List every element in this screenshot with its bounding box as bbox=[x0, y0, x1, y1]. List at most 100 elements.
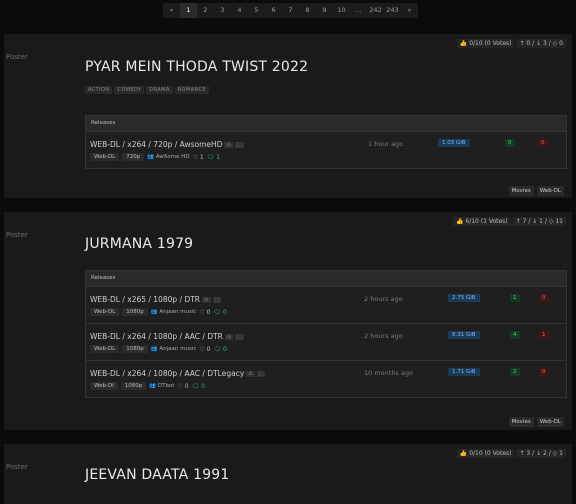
rating-badge: 👍 0/10 (0 Votes) bbox=[456, 39, 515, 48]
poster-placeholder: Poster bbox=[6, 231, 28, 239]
warning-icon[interactable]: ⚠ bbox=[224, 334, 234, 340]
page-link[interactable]: 10 bbox=[333, 3, 350, 18]
movie-card: Poster 👍 6/10 (1 Votes) ↑ 7 / ↓ 1 / ◇ 11 JU… bbox=[4, 212, 572, 430]
pagination: «1 2 3 4 5 6 7 8 9 10... 242 243» bbox=[163, 3, 418, 18]
uploader-name[interactable]: 👥 DTbot bbox=[149, 383, 174, 389]
poster-placeholder: Poster bbox=[6, 463, 28, 471]
seeders-count: 2 bbox=[510, 368, 520, 376]
movies-button[interactable]: Movies bbox=[508, 417, 534, 427]
release-meta: Web-Dl 1080p 👥 DTbot ♡ 0 🗨 0 bbox=[90, 382, 205, 390]
page-link[interactable]: 8 bbox=[299, 3, 316, 18]
release-age: 1 hour ago bbox=[368, 140, 404, 148]
page-prev[interactable]: « bbox=[163, 3, 180, 18]
uploader-name[interactable]: 👥 Anjaan music bbox=[151, 309, 197, 315]
resolution-badge: 720p bbox=[122, 153, 145, 161]
release-row[interactable]: WEB-DL / x265 / 1080p / DTR ⚠ ⬚ Web-DL 1080p… bbox=[86, 287, 566, 324]
thanks-count[interactable]: ♡ 0 bbox=[199, 309, 210, 316]
source-badge: Web-DL bbox=[90, 345, 120, 353]
info-icon[interactable]: ⬚ bbox=[256, 371, 266, 377]
seeders-count: 1 bbox=[510, 294, 520, 302]
page-link[interactable]: 6 bbox=[265, 3, 282, 18]
vote-summary: 👍 0/10 (0 Votes) ↑ 3 / ↓ 2 / ◇ 1 bbox=[456, 449, 566, 458]
info-icon[interactable]: ⬚ bbox=[235, 334, 245, 340]
poster-placeholder: Poster bbox=[6, 53, 28, 61]
comments-count[interactable]: 🗨 1 bbox=[207, 154, 220, 161]
page-next[interactable]: » bbox=[401, 3, 418, 18]
movie-card: Poster 👍 0/10 (0 Votes) ↑ 0 / ↓ 3 / ◇ 0 PYA… bbox=[4, 34, 572, 198]
release-row[interactable]: WEB-DL / x264 / 1080p / AAC / DTLegacy ⚠ ⬚… bbox=[86, 361, 566, 397]
comments-count[interactable]: 🗨 0 bbox=[192, 383, 205, 390]
vote-summary: 👍 6/10 (1 Votes) ↑ 7 / ↓ 1 / ◇ 11 bbox=[453, 217, 566, 226]
source-badge: Web-Dl bbox=[90, 382, 118, 390]
release-size: 1.03 GiB bbox=[438, 139, 470, 147]
movie-title[interactable]: JURMANA 1979 bbox=[85, 236, 193, 252]
info-icon[interactable]: ⬚ bbox=[212, 297, 222, 303]
warning-icon[interactable]: ⚠ bbox=[202, 297, 211, 303]
page-link[interactable]: 2 bbox=[197, 3, 214, 18]
page-link[interactable]: 3 bbox=[214, 3, 231, 18]
movies-button[interactable]: Movies bbox=[508, 186, 534, 196]
thanks-count[interactable]: ♡ 0 bbox=[199, 346, 210, 353]
genre-tag[interactable]: COMEDY bbox=[114, 86, 145, 94]
vote-counts[interactable]: ↑ 3 / ↓ 2 / ◇ 1 bbox=[516, 449, 566, 458]
leechers-count: 0 bbox=[539, 294, 549, 302]
thanks-count[interactable]: ♡ 1 bbox=[193, 154, 204, 161]
page-link[interactable]: 1 bbox=[180, 3, 197, 18]
vote-counts[interactable]: ↑ 0 / ↓ 3 / ◇ 0 bbox=[516, 39, 566, 48]
release-age: 10 months ago bbox=[364, 369, 413, 377]
leechers-count: 0 bbox=[539, 368, 549, 376]
genre-tag[interactable]: DRAMA bbox=[146, 86, 173, 94]
release-name[interactable]: WEB-DL / x264 / 1080p / AAC / DTR ⚠ ⬚ bbox=[90, 332, 245, 341]
release-meta: Web-DL 1080p 👥 Anjaan music ♡ 0 🗨 0 bbox=[90, 308, 227, 316]
warning-icon[interactable]: ⚠ bbox=[224, 142, 233, 148]
page-link[interactable]: 4 bbox=[231, 3, 248, 18]
page-link[interactable]: 7 bbox=[282, 3, 299, 18]
genre-list: ACTION COMEDY DRAMA ROMANCE bbox=[85, 86, 209, 94]
genre-tag[interactable]: ROMANCE bbox=[174, 86, 209, 94]
seeders-count: 4 bbox=[510, 331, 520, 339]
page-link[interactable]: ... bbox=[350, 3, 367, 18]
releases-header: Releases bbox=[86, 271, 566, 287]
genre-tag[interactable]: ACTION bbox=[85, 86, 113, 94]
page-link[interactable]: 243 bbox=[384, 3, 401, 18]
category-buttons: Movies Web-DL bbox=[508, 417, 564, 427]
webdl-button[interactable]: Web-DL bbox=[536, 186, 564, 196]
release-row[interactable]: WEB-DL / x264 / 720p / AwsomeHD ⚠ ⬚ Web-DL 7… bbox=[86, 132, 566, 168]
release-name[interactable]: WEB-DL / x265 / 1080p / DTR ⚠ ⬚ bbox=[90, 295, 222, 304]
release-name[interactable]: WEB-DL / x264 / 720p / AwsomeHD ⚠ ⬚ bbox=[90, 140, 244, 149]
movie-title[interactable]: JEEVAN DAATA 1991 bbox=[85, 467, 230, 483]
release-name[interactable]: WEB-DL / x264 / 1080p / AAC / DTLegacy ⚠ ⬚ bbox=[90, 369, 266, 378]
resolution-badge: 1080p bbox=[122, 345, 148, 353]
movie-card: Poster 👍 0/10 (0 Votes) ↑ 3 / ↓ 2 / ◇ 1 JEE… bbox=[4, 444, 572, 504]
release-size: 8.31 GiB bbox=[448, 331, 480, 339]
movie-title[interactable]: PYAR MEIN THODA TWIST 2022 bbox=[85, 59, 308, 75]
release-size: 2.75 GiB bbox=[448, 294, 480, 302]
source-badge: Web-DL bbox=[90, 153, 120, 161]
rating-badge: 👍 6/10 (1 Votes) bbox=[453, 217, 511, 226]
release-meta: Web-DL 1080p 👥 Anjaan music ♡ 0 🗨 0 bbox=[90, 345, 227, 353]
release-meta: Web-DL 720p 👥 AwSome HD ♡ 1 🗨 1 bbox=[90, 153, 220, 161]
thanks-count[interactable]: ♡ 0 bbox=[177, 383, 188, 390]
warning-icon[interactable]: ⚠ bbox=[246, 371, 255, 377]
vote-counts[interactable]: ↑ 7 / ↓ 1 / ◇ 11 bbox=[512, 217, 566, 226]
uploader-name[interactable]: 👥 AwSome HD bbox=[147, 154, 189, 160]
webdl-button[interactable]: Web-DL bbox=[536, 417, 564, 427]
comments-count[interactable]: 🗨 0 bbox=[214, 346, 227, 353]
page-link[interactable]: 5 bbox=[248, 3, 265, 18]
info-icon[interactable]: ⬚ bbox=[234, 142, 244, 148]
release-age: 2 hours ago bbox=[364, 295, 403, 303]
seeders-count: 0 bbox=[505, 139, 515, 147]
leechers-count: 0 bbox=[538, 139, 548, 147]
leechers-count: 1 bbox=[539, 331, 549, 339]
resolution-badge: 1080p bbox=[122, 308, 148, 316]
vote-summary: 👍 0/10 (0 Votes) ↑ 0 / ↓ 3 / ◇ 0 bbox=[456, 39, 566, 48]
page-link[interactable]: 242 bbox=[367, 3, 384, 18]
release-size: 1.71 GiB bbox=[448, 368, 480, 376]
rating-badge: 👍 0/10 (0 Votes) bbox=[456, 449, 515, 458]
category-buttons: Movies Web-DL bbox=[508, 186, 564, 196]
uploader-name[interactable]: 👥 Anjaan music bbox=[151, 346, 197, 352]
page-link[interactable]: 9 bbox=[316, 3, 333, 18]
source-badge: Web-DL bbox=[90, 308, 120, 316]
comments-count[interactable]: 🗨 0 bbox=[214, 309, 227, 316]
release-row[interactable]: WEB-DL / x264 / 1080p / AAC / DTR ⚠ ⬚ Web-D… bbox=[86, 324, 566, 361]
